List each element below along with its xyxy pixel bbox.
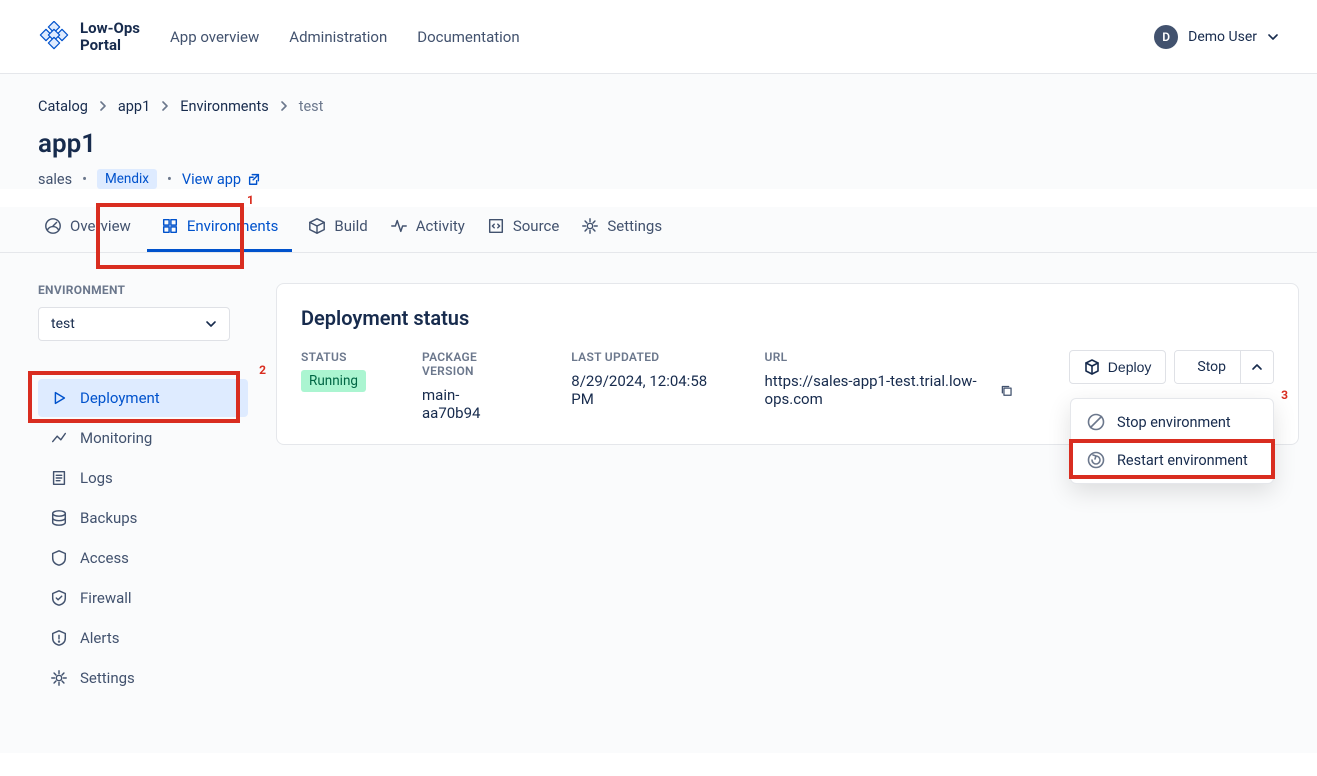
deploy-button[interactable]: Deploy [1069,350,1167,384]
tab-source[interactable]: Source [481,207,565,252]
logo-icon [38,21,70,53]
updated-block: LAST UPDATED 8/29/2024, 12:04:58 PM [571,350,708,408]
meta-row: sales • Mendix • View app [38,169,1279,189]
status-badge: Running [301,370,366,392]
panel-title: Deployment status [301,306,1274,330]
crumb-catalog[interactable]: Catalog [38,98,88,115]
annotation-1: 1 [247,193,254,207]
environment-heading: ENVIRONMENT [38,283,248,297]
stop-icon [1087,413,1105,431]
code-square-icon [487,217,505,235]
activity-icon [390,217,408,235]
chevron-down-icon [1267,31,1279,43]
gauge-icon [44,217,62,235]
logo[interactable]: Low-Ops Portal [38,20,140,53]
user-menu[interactable]: D Demo User [1154,25,1279,49]
tab-environments[interactable]: Environments [147,207,293,252]
cube-icon [1084,359,1100,375]
nav-administration[interactable]: Administration [289,28,387,46]
nav-documentation[interactable]: Documentation [417,28,519,46]
tab-build[interactable]: Build [302,207,373,252]
deployment-status-panel: Deployment status STATUS Running PACKAGE… [276,283,1299,445]
sidebar-item-backups[interactable]: Backups [38,499,248,537]
content: Deployment status STATUS Running PACKAGE… [276,283,1299,713]
dropdown-restart-environment[interactable]: Restart environment [1071,441,1273,479]
page-title: app1 [38,129,1279,159]
copy-icon[interactable] [1000,383,1013,398]
tab-activity[interactable]: Activity [384,207,471,252]
grid-icon [161,217,179,235]
top-nav: App overview Administration Documentatio… [170,28,520,46]
annotation-2: 2 [259,363,266,377]
stop-menu-toggle[interactable] [1241,351,1273,383]
stop-button[interactable]: Stop [1175,351,1241,383]
sidebar-item-firewall[interactable]: Firewall [38,579,248,617]
shield-alert-icon [50,629,68,647]
database-icon [50,509,68,527]
sidebar-item-logs[interactable]: Logs [38,459,248,497]
stop-split-button: Stop [1174,350,1274,384]
gear-icon [50,669,68,687]
chart-line-icon [50,429,68,447]
tabs: Overview Environments Build Activity Sou… [0,207,1317,253]
stop-dropdown: Stop environment Restart environment [1070,398,1274,484]
sidebar-item-settings[interactable]: Settings [38,659,248,697]
chevron-right-icon [160,98,170,115]
crumb-app[interactable]: app1 [118,98,150,115]
tab-settings[interactable]: Settings [575,207,668,252]
sidebar-item-access[interactable]: Access [38,539,248,577]
chevron-right-icon [279,98,289,115]
chevron-down-icon [205,318,217,330]
sidebar-nav: Deployment Monitoring Logs Backups Acces… [38,379,248,697]
sidebar-item-deployment[interactable]: Deployment [38,379,248,417]
user-name: Demo User [1188,29,1257,45]
nav-app-overview[interactable]: App overview [170,28,259,46]
shield-check-icon [50,589,68,607]
panel-actions: Deploy Stop [1069,350,1274,384]
tech-pill: Mendix [97,169,157,189]
chevron-up-icon [1251,361,1263,373]
logo-text: Low-Ops Portal [80,20,140,53]
top-header: Low-Ops Portal App overview Administrati… [0,0,1317,74]
sub-header: Catalog app1 Environments test app1 sale… [0,74,1317,189]
avatar: D [1154,25,1178,49]
tab-overview[interactable]: Overview [38,207,137,252]
url-block: URL https://sales-app1-test.trial.low-op… [765,350,1013,408]
cube-icon [308,217,326,235]
package-block: PACKAGE VERSION main-aa70b94 [422,350,515,422]
restart-icon [1087,451,1105,469]
breadcrumb: Catalog app1 Environments test [38,98,1279,115]
crumb-environments[interactable]: Environments [180,98,269,115]
chevron-right-icon [98,98,108,115]
external-link-icon [247,172,261,186]
crumb-current: test [299,98,324,115]
page-icon [50,469,68,487]
environment-select[interactable]: test [38,307,230,341]
sidebar-item-alerts[interactable]: Alerts [38,619,248,657]
status-block: STATUS Running [301,350,366,392]
sidebar: ENVIRONMENT test 2 Deployment Monitoring… [38,283,248,713]
team-label: sales [38,171,72,188]
sidebar-item-monitoring[interactable]: Monitoring [38,419,248,457]
annotation-3: 3 [1281,388,1288,402]
shield-icon [50,549,68,567]
play-icon [50,389,68,407]
main: ENVIRONMENT test 2 Deployment Monitoring… [0,253,1317,753]
dropdown-stop-environment[interactable]: Stop environment [1071,403,1273,441]
app-url-link[interactable]: https://sales-app1-test.trial.low-ops.co… [765,372,993,408]
view-app-link[interactable]: View app [182,171,261,188]
gear-icon [581,217,599,235]
